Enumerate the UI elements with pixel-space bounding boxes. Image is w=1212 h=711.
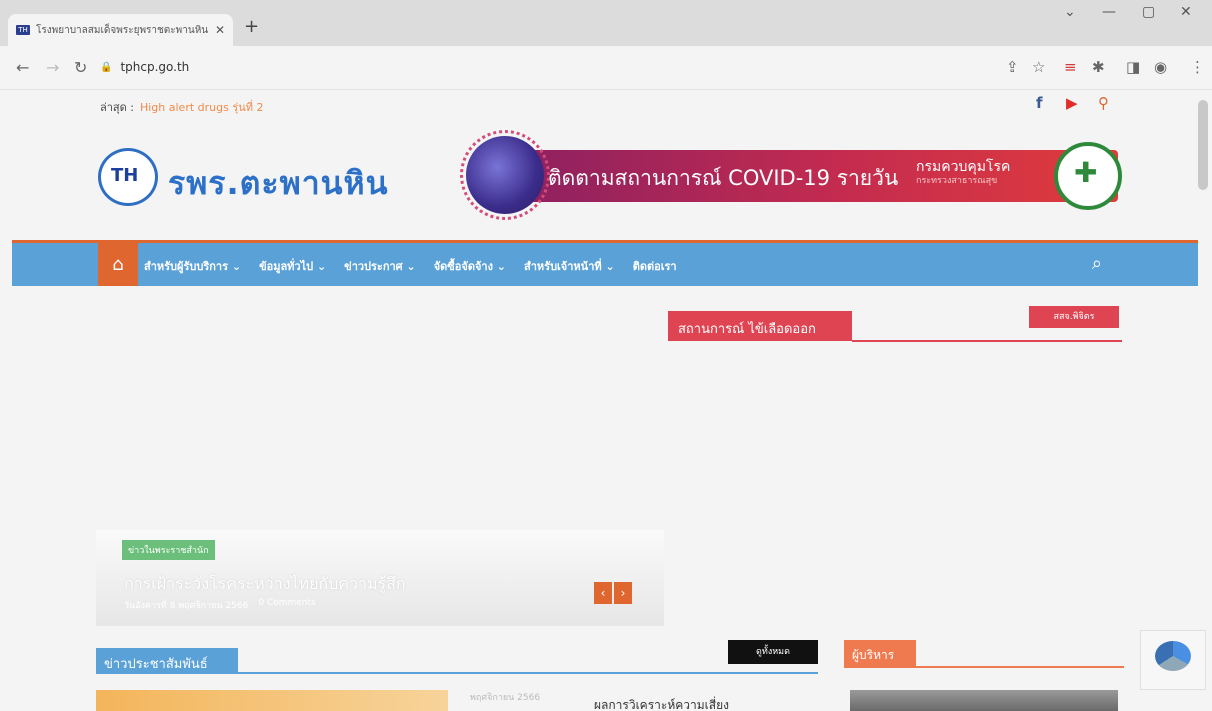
- slider-comments[interactable]: 0 Comments: [258, 598, 315, 612]
- executive-photo: [850, 690, 1118, 711]
- provincial-office-button[interactable]: สสจ.พิจิตร: [1029, 306, 1119, 328]
- banner-ministry: กระทรวงสาธารณสุข: [916, 176, 998, 186]
- address-bar: ← → ↻ 🔒 tphcp.go.th ⇪ ☆ ≡ ✱ ◨ ◉ ⋮: [0, 46, 1212, 90]
- close-window-icon[interactable]: ✕: [1180, 4, 1192, 20]
- tab-strip: TH โรงพยาบาลสมเด็จพระยุพราชตะพานหิน ✕ + …: [0, 0, 1212, 46]
- banner-dept: กรมควบคุมโรค กระทรวงสาธารณสุข: [916, 159, 1011, 186]
- ministry-seal-icon: [1054, 142, 1122, 210]
- news-item-meta: พฤศจิกายน 2566: [470, 693, 541, 703]
- slider-date: วันอังคารที่ 8 พฤศจิกายน 2566: [124, 601, 249, 611]
- covid-banner[interactable]: ติดตามสถานการณ์ COVID-19 รายวัน กรมควบคุ…: [460, 130, 1122, 220]
- url-field[interactable]: 🔒 tphcp.go.th: [100, 60, 189, 74]
- url-text: tphcp.go.th: [120, 60, 190, 74]
- tab-search-icon[interactable]: ⌄: [1064, 4, 1076, 20]
- slider-category-badge[interactable]: ข่าวในพระราชสำนัก: [122, 540, 215, 560]
- dengue-heading: สถานการณ์ ไข้เลือดออก: [668, 311, 852, 341]
- news-slider[interactable]: ข่าวในพระราชสำนัก การเฝ้าระวังโรคระหว่าง…: [96, 530, 664, 626]
- menu-kebab-icon[interactable]: ⋮: [1190, 58, 1205, 76]
- banner-title: ติดตามสถานการณ์ COVID-19 รายวัน: [548, 166, 899, 190]
- youtube-icon[interactable]: ▶: [1066, 94, 1078, 112]
- close-tab-icon[interactable]: ✕: [215, 23, 225, 37]
- slider-prev-icon[interactable]: ‹: [594, 582, 612, 604]
- nav-item-contact[interactable]: ติดต่อเรา: [633, 257, 677, 275]
- bookmark-star-icon[interactable]: ☆: [1032, 58, 1045, 76]
- main-nav: ⌂ สำหรับผู้รับบริการ ⌄ ข้อมูลทั่วไป ⌄ ข่…: [12, 240, 1198, 286]
- virus-icon: [460, 130, 550, 220]
- home-icon[interactable]: ⌂: [98, 243, 138, 286]
- reload-icon[interactable]: ↻: [74, 58, 87, 77]
- side-panel-icon[interactable]: ◨: [1126, 58, 1140, 76]
- share-icon[interactable]: ⇪: [1006, 58, 1019, 76]
- divider: [238, 672, 818, 674]
- nav-item-general[interactable]: ข้อมูลทั่วไป ⌄: [259, 257, 326, 275]
- forward-icon[interactable]: →: [46, 58, 59, 77]
- lock-icon: 🔒: [100, 61, 113, 73]
- logo-text: TH: [111, 165, 139, 186]
- recaptcha-icon: [1155, 641, 1191, 671]
- site-logo[interactable]: TH: [98, 148, 158, 206]
- slider-title[interactable]: การเฝ้าระวังโรคระหว่างไทยกับความรู้สึก: [124, 572, 406, 597]
- latest-news-link[interactable]: High alert drugs รุ่นที่ 2: [140, 101, 264, 114]
- browser-tab[interactable]: TH โรงพยาบาลสมเด็จพระยุพราชตะพานหิน ✕: [8, 14, 233, 46]
- minimize-icon[interactable]: —: [1102, 4, 1116, 20]
- map-pin-icon[interactable]: ⚲: [1098, 94, 1109, 112]
- nav-item-procurement[interactable]: จัดซื้อจัดจ้าง ⌄: [434, 257, 506, 275]
- extension-icon[interactable]: ≡: [1064, 58, 1077, 76]
- divider: [852, 340, 1122, 342]
- search-icon[interactable]: ⌕: [1092, 253, 1102, 274]
- slider-next-icon[interactable]: ›: [614, 582, 632, 604]
- profile-avatar-icon[interactable]: ◉: [1154, 58, 1167, 76]
- nav-item-staff[interactable]: สำหรับเจ้าหน้าที่ ⌄: [524, 257, 615, 275]
- extensions-puzzle-icon[interactable]: ✱: [1092, 58, 1105, 76]
- see-all-button[interactable]: ดูทั้งหมด: [728, 640, 818, 664]
- maximize-icon[interactable]: ▢: [1142, 4, 1155, 20]
- favicon-icon: TH: [16, 25, 30, 35]
- news-thumbnail[interactable]: [96, 690, 448, 711]
- news-section-title: ข่าวประชาสัมพันธ์: [96, 648, 238, 674]
- tab-title: โรงพยาบาลสมเด็จพระยุพราชตะพานหิน: [36, 24, 209, 36]
- slider-meta: วันอังคารที่ 8 พฤศจิกายน 2566 0 Comments: [124, 598, 316, 612]
- nav-item-announcements[interactable]: ข่าวประกาศ ⌄: [344, 257, 416, 275]
- executives-section-title: ผู้บริหาร: [844, 640, 916, 668]
- facebook-icon[interactable]: f: [1036, 94, 1043, 112]
- latest-label: ล่าสุด :: [100, 101, 134, 114]
- latest-ticker: ล่าสุด : High alert drugs รุ่นที่ 2: [100, 98, 264, 116]
- nav-item-services[interactable]: สำหรับผู้รับบริการ ⌄: [144, 257, 241, 275]
- recaptcha-badge[interactable]: [1140, 630, 1206, 690]
- site-name[interactable]: รพร.ตะพานหิน: [168, 158, 389, 209]
- divider: [916, 666, 1124, 668]
- browser-window: TH โรงพยาบาลสมเด็จพระยุพราชตะพานหิน ✕ + …: [0, 0, 1212, 711]
- nav-menu: สำหรับผู้รับบริการ ⌄ ข้อมูลทั่วไป ⌄ ข่าว…: [144, 257, 677, 275]
- new-tab-icon[interactable]: +: [244, 16, 259, 37]
- news-item-title[interactable]: ผลการวิเคราะห์ความเสี่ยง: [594, 696, 729, 711]
- back-icon[interactable]: ←: [16, 58, 29, 77]
- scrollbar-thumb[interactable]: [1198, 100, 1208, 190]
